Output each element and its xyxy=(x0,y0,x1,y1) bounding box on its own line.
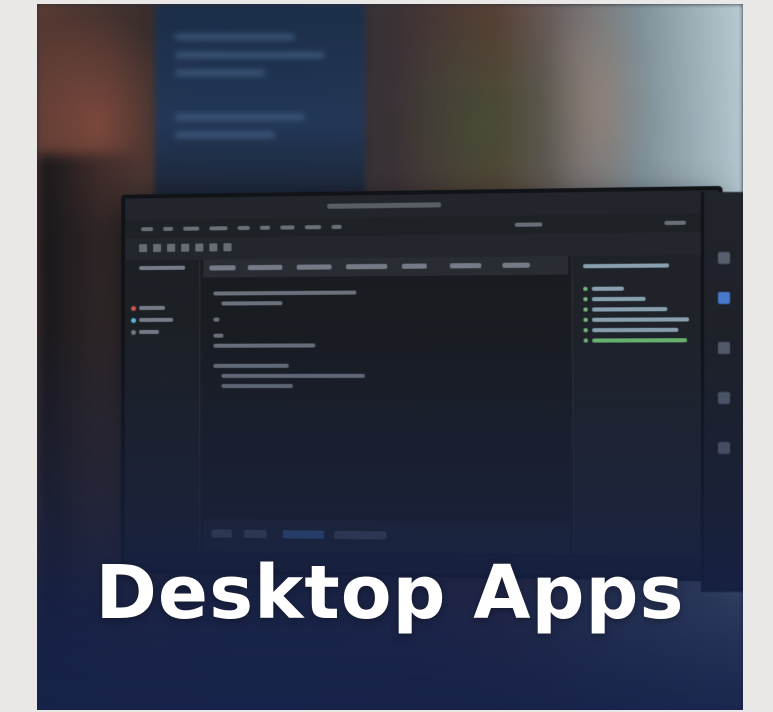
card-title: Desktop Apps xyxy=(37,556,743,630)
desktop-apps-card[interactable]: Desktop Apps xyxy=(37,4,743,710)
